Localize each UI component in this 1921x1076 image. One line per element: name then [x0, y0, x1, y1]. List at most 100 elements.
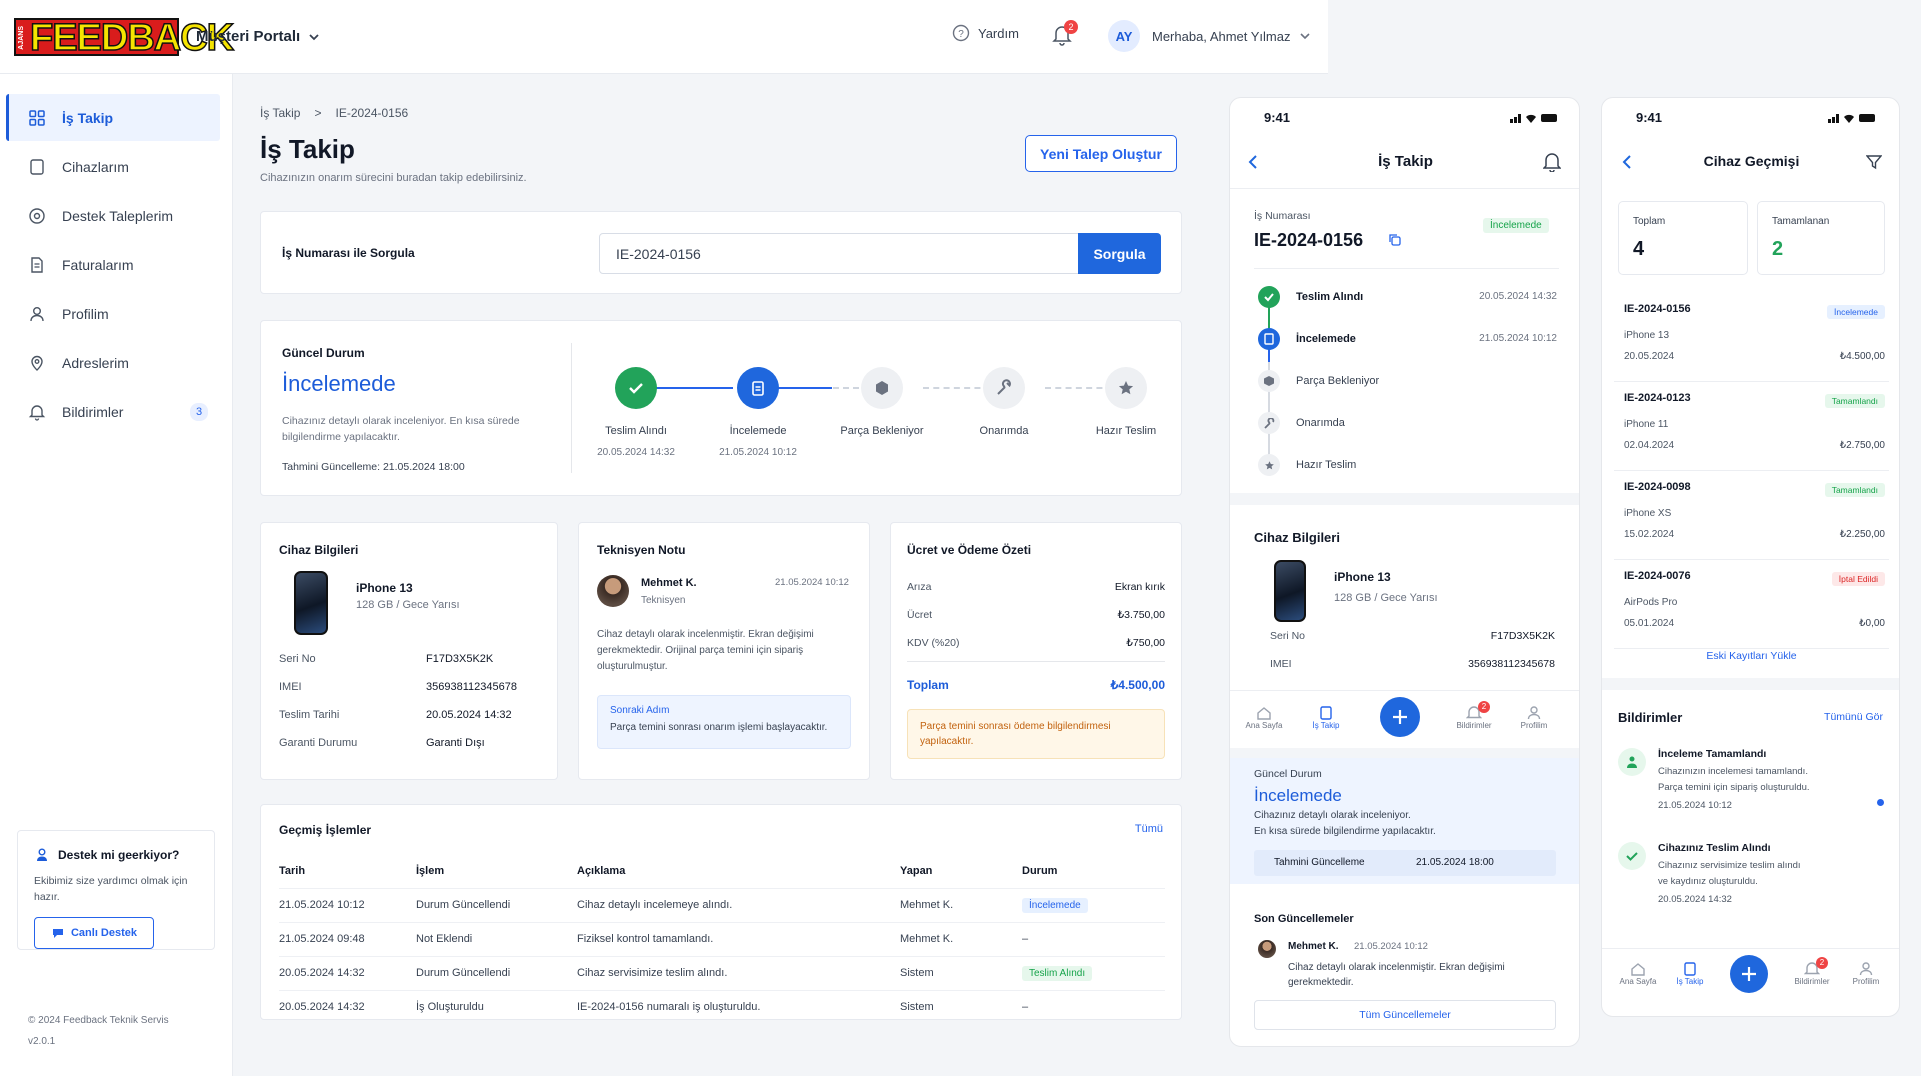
brand-logo[interactable]: AJANS FEEDBACK [14, 16, 235, 60]
tab-ana-sayfa[interactable]: Ana Sayfa [1618, 961, 1658, 986]
table-row[interactable]: 20.05.2024 14:32 İş Oluşturuldu IE-2024-… [279, 989, 1165, 1024]
top-bar: AJANS FEEDBACK Müşteri Portalı ? Yardım … [0, 0, 1328, 74]
help-circle-icon: ? [952, 24, 970, 42]
tab-label: Ana Sayfa [1245, 721, 1283, 730]
notifications-title: Bildirimler [1618, 710, 1683, 725]
tech-card-title: Teknisyen Notu [597, 543, 686, 557]
portal-switcher[interactable]: Müşteri Portalı [196, 28, 320, 45]
history-cell: – [1022, 921, 1165, 956]
history-view-all-link[interactable]: Tümü [1135, 823, 1163, 835]
tab-ana-sayfa[interactable]: Ana Sayfa [1244, 705, 1284, 730]
add-fab-button[interactable] [1380, 697, 1420, 737]
total-value: 4 [1633, 238, 1645, 260]
location-icon [31, 355, 43, 371]
device-row-value: F17D3X5K2K [426, 653, 494, 665]
copy-icon[interactable] [1388, 233, 1402, 247]
chat-icon [52, 929, 63, 938]
check-icon [1264, 293, 1274, 302]
sidebar-item-cihazlarim[interactable]: Cihazlarım [6, 143, 220, 190]
table-row[interactable]: 21.05.2024 09:48 Not Eklendi Fiziksel ko… [279, 921, 1165, 956]
history-item-id: IE-2024-0076 [1624, 570, 1691, 582]
job-status-badge: İncelemede [1483, 218, 1549, 233]
notification-title[interactable]: Cihazınız Teslim Alındı [1658, 842, 1771, 854]
history-header: Durum [1022, 865, 1058, 878]
history-cell: Sistem [900, 955, 1022, 990]
load-more-link[interactable]: Eski Kayıtları Yükle [1602, 650, 1901, 662]
breadcrumb-item[interactable]: İş Takip [260, 106, 300, 120]
history-cell: 20.05.2024 14:32 [279, 955, 416, 990]
list-item[interactable]: IE-2024-0076 İptal Edildi AirPods Pro 05.01… [1614, 560, 1889, 649]
table-row[interactable]: 20.05.2024 14:32 Durum Güncellendi Cihaz… [279, 955, 1165, 990]
live-support-button[interactable]: Canlı Destek [34, 917, 154, 949]
notification-icon-wrap [1618, 748, 1646, 776]
history-cell: 21.05.2024 09:48 [279, 921, 416, 956]
mobile-step-current [1258, 328, 1280, 350]
bell-icon[interactable] [1543, 152, 1561, 172]
history-cell: İş Oluşturuldu [416, 989, 577, 1024]
add-fab-button[interactable] [1730, 955, 1768, 993]
history-table: Tarih İşlem Açıklama Yapan Durum 21.05.2… [279, 855, 1165, 1024]
tab-bildirimler[interactable]: 2 Bildirimler [1450, 701, 1498, 730]
device-card: Cihaz Bilgileri iPhone 13 128 GB / Gece … [260, 522, 558, 780]
device-row-value: 20.05.2024 14:32 [426, 709, 512, 721]
tab-profilim[interactable]: Profilim [1846, 961, 1886, 986]
mobile-tab-bar: Ana Sayfa İş Takip 2 Bildirimler Profili… [1230, 690, 1579, 748]
invoice-icon [31, 256, 43, 273]
filter-icon[interactable] [1866, 154, 1882, 170]
new-request-button[interactable]: Yeni Talep Oluştur [1025, 135, 1177, 172]
tab-profilim[interactable]: Profilim [1514, 705, 1554, 730]
all-updates-button[interactable]: Tüm Güncellemeler [1254, 1000, 1556, 1030]
view-all-notifications-link[interactable]: Tümünü Gör [1824, 711, 1883, 723]
sidebar-item-profilim[interactable]: Profilim [6, 290, 220, 337]
job-divider [1254, 268, 1559, 269]
device-history-list: IE-2024-0156 İncelemede iPhone 13 20.05.202… [1602, 293, 1901, 649]
sidebar-item-is-takip[interactable]: İş Takip [6, 94, 220, 141]
tab-label: Profilim [1520, 721, 1548, 730]
history-cell: IE-2024-0156 numaralı iş oluşturuldu. [577, 989, 900, 1024]
job-number-input[interactable]: IE-2024-0156 [599, 233, 1079, 274]
user-menu[interactable]: AY Merhaba, Ahmet Yılmaz [1108, 20, 1311, 52]
tab-bildirimler[interactable]: 2 Bildirimler [1788, 957, 1836, 986]
history-item-amount: ₺4.500,00 [1839, 351, 1885, 362]
step-label: Hazır Teslim [1095, 425, 1157, 437]
history-item-amount: ₺0,00 [1859, 618, 1885, 629]
notifications-button[interactable]: 2 [1052, 20, 1078, 48]
sidebar-badge: 3 [190, 402, 208, 421]
history-item-amount: ₺2.250,00 [1839, 529, 1885, 540]
step-teslim-alindi [615, 367, 657, 409]
list-item[interactable]: IE-2024-0123 Tamamlandı iPhone 11 02.04.202… [1614, 382, 1889, 471]
notification-title[interactable]: İnceleme Tamamlandı [1658, 748, 1766, 760]
step-incelemede [737, 367, 779, 409]
sidebar-item-bildirimler[interactable]: Bildirimler 3 [6, 388, 220, 435]
step-label: Onarımda [979, 425, 1029, 437]
mobile-updates-title: Son Güncellemeler [1254, 913, 1354, 925]
support-icon [29, 207, 45, 224]
step-label: Teslim Alındı [605, 425, 667, 437]
technician-name: Mehmet K. [641, 577, 697, 589]
list-item[interactable]: IE-2024-0156 İncelemede iPhone 13 20.05.202… [1614, 293, 1889, 382]
tab-is-takip[interactable]: İş Takip [1670, 961, 1710, 986]
payment-total-value: ₺4.500,00 [1110, 678, 1165, 692]
history-item-date: 15.02.2024 [1624, 529, 1675, 540]
table-row[interactable]: 21.05.2024 10:12 Durum Güncellendi Cihaz… [279, 887, 1165, 922]
help-link[interactable]: ? Yardım [952, 24, 1019, 42]
status-bar-time: 9:41 [1636, 110, 1663, 125]
history-item-id: IE-2024-0123 [1624, 392, 1691, 404]
star-icon [1264, 460, 1274, 469]
tab-is-takip[interactable]: İş Takip [1306, 705, 1346, 730]
page-title: İş Takip [260, 134, 355, 164]
status-card: Güncel Durum İncelemede Cihazınız detayl… [260, 320, 1182, 496]
sidebar-item-faturalarim[interactable]: Faturalarım [6, 241, 220, 288]
device-row-key: Teslim Tarihi [279, 709, 340, 721]
history-cell: 20.05.2024 14:32 [279, 989, 416, 1024]
query-button[interactable]: Sorgula [1078, 233, 1161, 274]
user-icon [30, 306, 44, 321]
list-item[interactable]: IE-2024-0098 Tamamlandı iPhone XS 15.02.202… [1614, 471, 1889, 560]
mobile-device-value: 356938112345678 [1468, 658, 1555, 670]
sidebar-item-destek[interactable]: Destek Taleplerim [6, 192, 220, 239]
history-item-device: iPhone XS [1624, 508, 1672, 519]
history-item-amount: ₺2.750,00 [1839, 440, 1885, 451]
technician-date: 21.05.2024 10:12 [775, 577, 849, 588]
next-step-title: Sonraki Adım [610, 705, 670, 716]
sidebar-item-adreslerim[interactable]: Adreslerim [6, 339, 220, 386]
